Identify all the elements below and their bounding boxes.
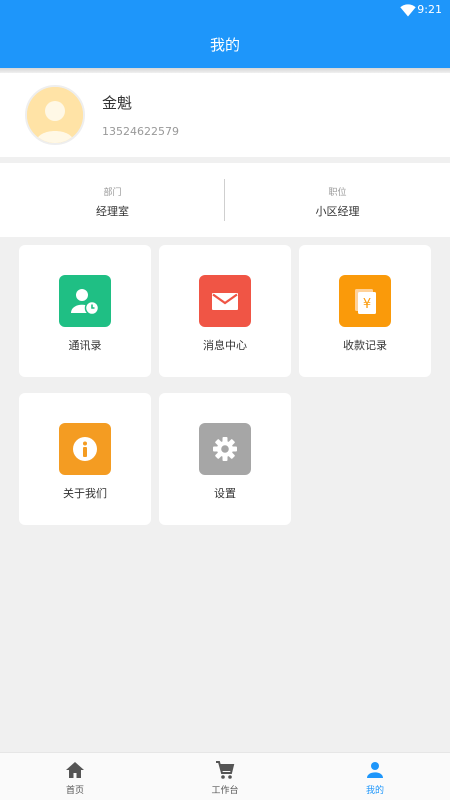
person-icon <box>367 762 383 778</box>
menu-card-settings[interactable]: 设置 <box>159 393 291 525</box>
department-label: 部门 <box>103 188 122 198</box>
position-label: 职位 <box>328 188 347 198</box>
gear-icon <box>199 423 251 475</box>
user-phone: 13524622579 <box>102 125 179 138</box>
status-time: 9:21 <box>417 3 442 16</box>
menu-label: 收款记录 <box>343 339 387 352</box>
tab-label: 首页 <box>65 786 84 796</box>
avatar[interactable] <box>25 85 85 145</box>
department-position-panel: 部门 经理室 职位 小区经理 <box>0 163 450 237</box>
info-icon <box>59 423 111 475</box>
tab-label: 工作台 <box>211 786 239 796</box>
contacts-icon <box>59 275 111 327</box>
menu-label: 通讯录 <box>68 339 102 352</box>
cart-icon <box>216 761 235 779</box>
bottom-tab-bar: 首页 工作台 我的 <box>0 752 450 800</box>
status-bar: 9:21 <box>0 0 450 22</box>
position-value: 小区经理 <box>315 205 360 218</box>
wifi-icon <box>400 4 416 17</box>
profile-card[interactable]: 金魁 13524622579 <box>0 73 450 157</box>
position-block: 职位 小区经理 <box>225 163 450 237</box>
menu-label: 关于我们 <box>63 487 107 500</box>
mail-icon <box>199 275 251 327</box>
user-name: 金魁 <box>102 94 133 112</box>
page-title: 我的 <box>209 36 240 54</box>
menu-card-about-us[interactable]: 关于我们 <box>19 393 151 525</box>
svg-text:¥: ¥ <box>363 297 371 312</box>
tab-home[interactable]: 首页 <box>0 753 150 800</box>
menu-card-payment-records[interactable]: ¥ 收款记录 <box>299 245 431 377</box>
menu-label: 消息中心 <box>203 339 247 352</box>
department-block: 部门 经理室 <box>0 163 225 237</box>
avatar-placeholder-icon <box>27 87 83 143</box>
tab-mine[interactable]: 我的 <box>300 753 450 800</box>
department-value: 经理室 <box>96 205 129 218</box>
yen-receipt-icon: ¥ <box>339 275 391 327</box>
app-bar: 我的 <box>0 22 450 68</box>
menu-card-messages[interactable]: 消息中心 <box>159 245 291 377</box>
tab-label: 我的 <box>365 786 384 796</box>
menu-label: 设置 <box>214 487 236 500</box>
menu-card-contacts[interactable]: 通讯录 <box>19 245 151 377</box>
home-icon <box>66 762 84 778</box>
tab-workbench[interactable]: 工作台 <box>150 753 300 800</box>
